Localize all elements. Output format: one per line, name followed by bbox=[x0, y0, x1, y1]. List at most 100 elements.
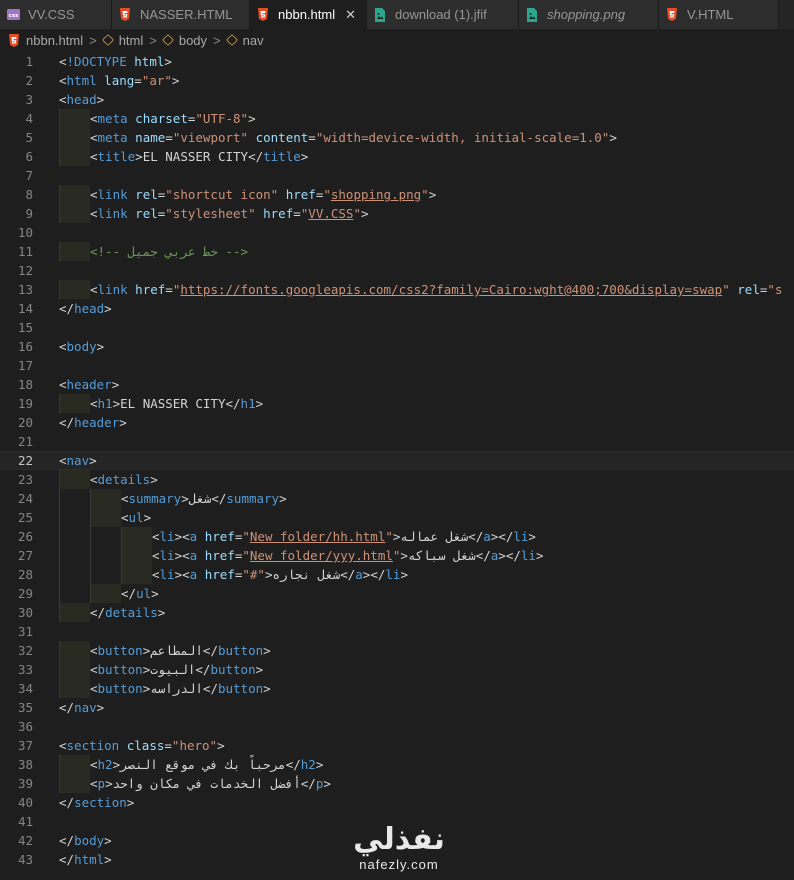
indent-guide bbox=[59, 641, 90, 660]
css-file-icon: css bbox=[6, 8, 20, 22]
html5-file-icon bbox=[256, 8, 270, 22]
code-line[interactable]: 39 <p>أفضل الخدمات في مكان واحد</p> bbox=[0, 774, 794, 793]
code-text: <link rel="shortcut icon" href="shopping… bbox=[59, 185, 436, 204]
code-line[interactable]: 36 bbox=[0, 717, 794, 736]
code-line[interactable]: 38 <h2>مرحباً بك في موقع النصر</h2> bbox=[0, 755, 794, 774]
code-line[interactable]: 24 <summary>شغل</summary> bbox=[0, 489, 794, 508]
indent-guide bbox=[59, 546, 90, 565]
breadcrumb-file[interactable]: nbbn.html bbox=[8, 33, 83, 48]
code-line[interactable]: 12 bbox=[0, 261, 794, 280]
tab-nasser-html[interactable]: NASSER.HTML bbox=[112, 0, 250, 29]
indent-guide bbox=[59, 185, 90, 204]
line-number: 30 bbox=[17, 605, 33, 620]
code-line[interactable]: 5 <meta name="viewport" content="width=de… bbox=[0, 128, 794, 147]
code-line[interactable]: 27 <li><a href="New folder/yyy.html">شغل … bbox=[0, 546, 794, 565]
line-number: 25 bbox=[17, 510, 33, 525]
indent-guide bbox=[59, 280, 90, 299]
code-text: <meta name="viewport" content="width=dev… bbox=[59, 128, 617, 147]
code-line[interactable]: 17 bbox=[0, 356, 794, 375]
line-number: 13 bbox=[17, 282, 33, 297]
code-line[interactable]: 13 <link href="https://fonts.googleapis.c… bbox=[0, 280, 794, 299]
code-line[interactable]: 7 bbox=[0, 166, 794, 185]
code-text: </header> bbox=[59, 415, 127, 430]
code-line[interactable]: 31 bbox=[0, 622, 794, 641]
code-line[interactable]: 35 </nav> bbox=[0, 698, 794, 717]
line-number: 11 bbox=[17, 244, 33, 259]
code-line[interactable]: 8 <link rel="shortcut icon" href="shoppin… bbox=[0, 185, 794, 204]
breadcrumb-item-nav[interactable]: > nav bbox=[207, 33, 264, 48]
code-text: <h1>EL NASSER CITY</h1> bbox=[59, 394, 263, 413]
code-line[interactable]: 22 <nav> bbox=[0, 451, 794, 470]
code-text: <meta charset="UTF-8"> bbox=[59, 109, 256, 128]
code-text: <button>البيوت</button> bbox=[59, 660, 263, 679]
code-line[interactable]: 2 <html lang="ar"> bbox=[0, 71, 794, 90]
tab-v-html[interactable]: V.HTML bbox=[659, 0, 779, 29]
line-number: 17 bbox=[17, 358, 33, 373]
code-text: </section> bbox=[59, 795, 135, 810]
line-number: 21 bbox=[17, 434, 33, 449]
code-line[interactable]: 11 <!-- خط عربي جميل --> bbox=[0, 242, 794, 261]
breadcrumb-item-label: nav bbox=[242, 32, 264, 48]
code-line[interactable]: 15 bbox=[0, 318, 794, 337]
code-line[interactable]: 20 </header> bbox=[0, 413, 794, 432]
breadcrumb-item-html[interactable]: > html bbox=[83, 33, 143, 48]
breadcrumb-item-body[interactable]: > body bbox=[143, 33, 207, 48]
line-number: 42 bbox=[17, 833, 33, 848]
line-number: 18 bbox=[17, 377, 33, 392]
code-line[interactable]: 3 <head> bbox=[0, 90, 794, 109]
element-icon bbox=[161, 33, 174, 47]
indent-guide bbox=[59, 204, 90, 223]
code-text: <head> bbox=[59, 92, 105, 107]
code-line[interactable]: 34 <button>الدراسه</button> bbox=[0, 679, 794, 698]
line-number: 27 bbox=[17, 548, 33, 563]
tab-vv-css[interactable]: css VV.CSS bbox=[0, 0, 112, 29]
code-line[interactable]: 19 <h1>EL NASSER CITY</h1> bbox=[0, 394, 794, 413]
code-line[interactable]: 14 </head> bbox=[0, 299, 794, 318]
code-line[interactable]: 25 <ul> bbox=[0, 508, 794, 527]
code-text: <body> bbox=[59, 339, 105, 354]
line-number: 8 bbox=[25, 187, 33, 202]
chevron-right-icon: > bbox=[89, 32, 97, 48]
editor-tab-bar: css VV.CSS NASSER.HTML nbbn.html ✕ download (… bbox=[0, 0, 794, 29]
line-number: 23 bbox=[17, 472, 33, 487]
close-icon[interactable]: ✕ bbox=[345, 7, 356, 23]
line-number: 40 bbox=[17, 795, 33, 810]
code-line[interactable]: 29 </ul> bbox=[0, 584, 794, 603]
code-line[interactable]: 23 <details> bbox=[0, 470, 794, 489]
code-line[interactable]: 30 </details> bbox=[0, 603, 794, 622]
line-number: 2 bbox=[25, 73, 33, 88]
tab-nbbn-html[interactable]: nbbn.html ✕ bbox=[250, 0, 367, 29]
tab-label: V.HTML bbox=[687, 7, 734, 22]
tab-shopping-png[interactable]: shopping.png bbox=[519, 0, 659, 29]
code-line[interactable]: 26 <li><a href="New folder/hh.html">شغل ع… bbox=[0, 527, 794, 546]
code-line[interactable]: 33 <button>البيوت</button> bbox=[0, 660, 794, 679]
indent-guide bbox=[90, 527, 121, 546]
line-number: 6 bbox=[25, 149, 33, 164]
code-line[interactable]: 37 <section class="hero"> bbox=[0, 736, 794, 755]
line-number: 26 bbox=[17, 529, 33, 544]
code-line[interactable]: 1 <!DOCTYPE html> bbox=[0, 52, 794, 71]
code-line[interactable]: 6 <title>EL NASSER CITY</title> bbox=[0, 147, 794, 166]
code-editor[interactable]: 1 <!DOCTYPE html> 2 <html lang="ar"> 3 <head>… bbox=[0, 52, 794, 869]
line-number: 12 bbox=[17, 263, 33, 278]
code-text: <link rel="stylesheet" href="VV.CSS"> bbox=[59, 204, 369, 223]
code-line[interactable]: 4 <meta charset="UTF-8"> bbox=[0, 109, 794, 128]
line-number: 34 bbox=[17, 681, 33, 696]
code-line[interactable]: 21 bbox=[0, 432, 794, 451]
indent-guide bbox=[121, 565, 152, 584]
tab-download-1-jfif[interactable]: download (1).jfif bbox=[367, 0, 519, 29]
code-line[interactable]: 40 </section> bbox=[0, 793, 794, 812]
code-line[interactable]: 9 <link rel="stylesheet" href="VV.CSS"> bbox=[0, 204, 794, 223]
code-line[interactable]: 18 <header> bbox=[0, 375, 794, 394]
code-text: <li><a href="New folder/yyy.html">شغل سب… bbox=[59, 546, 543, 565]
code-text: </body> bbox=[59, 833, 112, 848]
code-line[interactable]: 32 <button>المطاعم</button> bbox=[0, 641, 794, 660]
code-line[interactable]: 16 <body> bbox=[0, 337, 794, 356]
line-number: 33 bbox=[17, 662, 33, 677]
code-line[interactable]: 10 bbox=[0, 223, 794, 242]
tab-label: VV.CSS bbox=[28, 7, 75, 22]
code-text: <!DOCTYPE html> bbox=[59, 54, 172, 69]
code-text: <h2>مرحباً بك في موقع النصر</h2> bbox=[59, 755, 323, 774]
code-line[interactable]: 28 <li><a href="#">شغل نجاره</a></li> bbox=[0, 565, 794, 584]
indent-guide bbox=[59, 679, 90, 698]
